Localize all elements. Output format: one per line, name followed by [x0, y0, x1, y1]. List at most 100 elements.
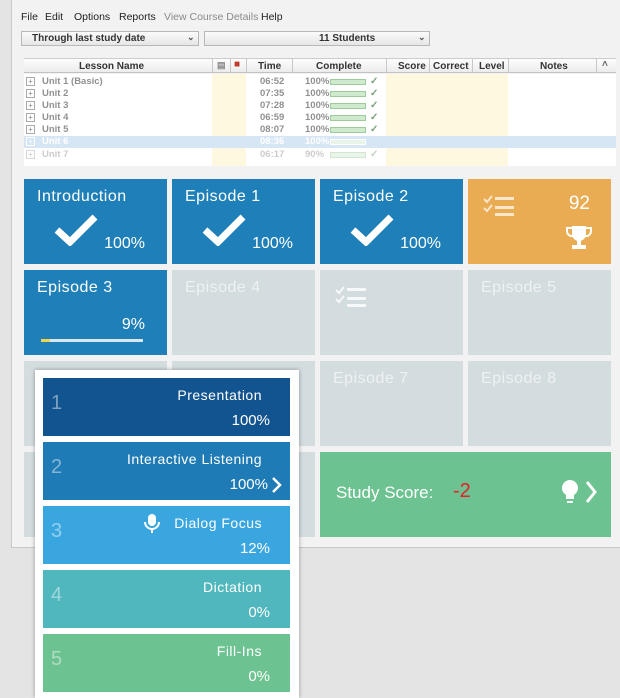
table-row[interactable]: + Unit 2 07:35 100% ✓ [24, 88, 616, 100]
check-icon: ✓ [370, 100, 379, 111]
checkmark-icon [54, 214, 98, 246]
lightbulb-icon [562, 480, 578, 503]
tile-episode-1[interactable]: Episode 1 100% [172, 179, 315, 264]
expand-icon[interactable]: + [26, 89, 35, 98]
table-row[interactable]: + Unit 5 08:07 100% ✓ [24, 124, 616, 136]
tile-episode-3[interactable]: Episode 3 9% [24, 270, 167, 355]
lesson-time: 06:52 [260, 76, 285, 87]
check-icon: ✓ [370, 112, 379, 123]
note-icon[interactable]: ▤ [217, 60, 226, 71]
table-row-selected[interactable]: + Unit 6 08:36 100% [24, 136, 616, 148]
lesson-time: 06:59 [260, 112, 285, 123]
lesson-name: Unit 3 [42, 100, 69, 111]
checklist-icon [483, 195, 514, 216]
lesson-name: Unit 7 [42, 149, 69, 160]
lesson-grid-header: Lesson Name ▤ ■ Time Complete Score Corr… [24, 58, 616, 73]
complete-bar [330, 152, 366, 158]
lesson-complete: 100% [305, 124, 330, 135]
complete-bar [330, 103, 366, 109]
col-lesson-name[interactable]: Lesson Name [79, 61, 144, 72]
step-interactive-listening[interactable]: 2 Interactive Listening 100% [43, 442, 290, 500]
tile-episode-8[interactable]: Episode 8 [468, 361, 611, 446]
complete-bar [330, 115, 366, 121]
tile-title: Episode 3 [37, 279, 113, 296]
scroll-up-icon[interactable]: ˄ [602, 59, 608, 70]
menu-options[interactable]: Options [74, 11, 110, 23]
step-number: 3 [51, 520, 63, 542]
tile-percent: 100% [400, 235, 441, 252]
lesson-time: 08:36 [260, 136, 285, 147]
step-fill-ins[interactable]: 5 Fill-Ins 0% [43, 634, 290, 692]
menu-bar: File Edit Options Reports View Course De… [0, 8, 620, 26]
progress-fill [41, 339, 51, 342]
chevron-right-icon[interactable] [271, 476, 283, 494]
lesson-name: Unit 6 [42, 136, 69, 147]
progress-track [41, 339, 143, 342]
table-row[interactable]: + Unit 3 07:28 100% ✓ [24, 100, 616, 112]
lock-icon[interactable]: ■ [234, 59, 240, 70]
checkmark-icon [202, 214, 246, 246]
expand-icon[interactable]: + [26, 113, 35, 122]
tile-percent: 9% [121, 316, 145, 333]
tile-episode-4[interactable]: Episode 4 [172, 270, 315, 355]
lesson-time: 06:17 [260, 149, 285, 160]
chevron-down-icon: ⌄ [418, 32, 426, 42]
step-percent: 0% [248, 604, 270, 621]
trophy-icon [566, 226, 592, 249]
table-row[interactable]: + Unit 7 06:17 90% ✓ [24, 149, 616, 161]
tile-title: Episode 2 [333, 188, 409, 205]
lesson-complete: 100% [305, 136, 330, 147]
expand-icon[interactable]: + [26, 137, 35, 146]
step-dialog-focus[interactable]: 3 Dialog Focus 12% [43, 506, 290, 564]
date-range-dropdown[interactable]: Through last study date ⌄ [21, 31, 199, 46]
check-icon: ✓ [370, 124, 379, 135]
step-presentation[interactable]: 1 Presentation 100% [43, 378, 290, 436]
lesson-complete: 100% [305, 100, 330, 111]
step-number: 5 [51, 648, 63, 670]
date-range-value: Through last study date [32, 33, 146, 44]
tile-introduction[interactable]: Introduction 100% [24, 179, 167, 264]
menu-edit[interactable]: Edit [45, 11, 63, 23]
lesson-grid: + Unit 1 (Basic) 06:52 100% ✓ + Unit 2 0… [24, 74, 616, 166]
students-value: 11 Students [319, 33, 376, 44]
table-row[interactable]: + Unit 4 06:59 100% ✓ [24, 112, 616, 124]
lesson-complete: 100% [305, 112, 330, 123]
checklist-icon [335, 286, 366, 307]
lesson-time: 07:28 [260, 100, 285, 111]
step-dictation[interactable]: 4 Dictation 0% [43, 570, 290, 628]
step-number: 4 [51, 584, 63, 606]
tile-episode-7[interactable]: Episode 7 [320, 361, 463, 446]
tile-episode-5[interactable]: Episode 5 [468, 270, 611, 355]
expand-icon[interactable]: + [26, 77, 35, 86]
students-dropdown[interactable]: 11 Students ⌄ [204, 31, 430, 46]
study-score-value: -2 [453, 480, 471, 502]
tile-quiz-locked[interactable] [320, 270, 463, 355]
menu-file[interactable]: File [21, 11, 38, 23]
step-percent: 100% [231, 412, 270, 429]
tile-title: Introduction [37, 188, 127, 205]
study-score-tile[interactable]: Study Score: -2 [320, 452, 611, 537]
col-level[interactable]: Level [479, 61, 505, 72]
col-correct[interactable]: Correct [433, 61, 469, 72]
table-row[interactable]: + Unit 1 (Basic) 06:52 100% ✓ [24, 76, 616, 88]
tile-quiz[interactable]: 92 [468, 179, 611, 264]
col-notes[interactable]: Notes [540, 61, 568, 72]
lesson-name: Unit 5 [42, 124, 69, 135]
menu-help[interactable]: Help [261, 11, 283, 23]
menu-reports[interactable]: Reports [119, 11, 156, 23]
col-time[interactable]: Time [258, 61, 281, 72]
lesson-complete: 90% [305, 149, 325, 160]
step-number: 1 [51, 392, 63, 414]
col-score[interactable]: Score [398, 61, 426, 72]
step-percent: 0% [248, 668, 270, 685]
quiz-score: 92 [568, 193, 590, 214]
chevron-down-icon: ⌄ [187, 32, 195, 42]
complete-bar [330, 91, 366, 97]
expand-icon[interactable]: + [26, 125, 35, 134]
lesson-time: 07:35 [260, 88, 285, 99]
complete-bar [330, 79, 366, 85]
tile-episode-2[interactable]: Episode 2 100% [320, 179, 463, 264]
col-complete[interactable]: Complete [316, 61, 362, 72]
expand-icon[interactable]: + [26, 101, 35, 110]
expand-icon[interactable]: + [26, 150, 35, 159]
